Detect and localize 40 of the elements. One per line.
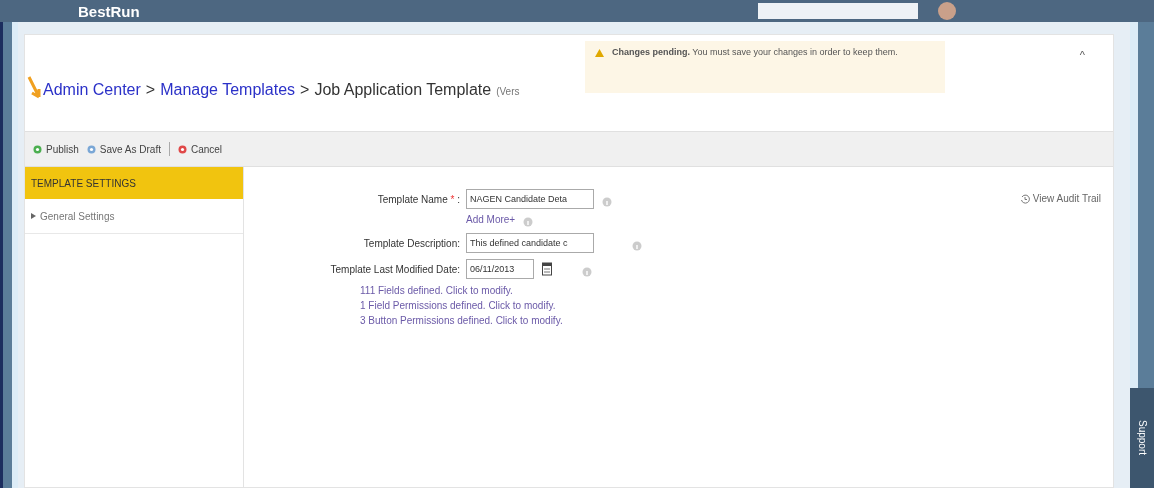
toolbar-button[interactable]: Save As Draft [86,143,161,155]
collapse-toggle[interactable]: ^ [1079,49,1085,61]
summary-link[interactable]: 111 Fields defined. Click to modify. [360,285,1113,296]
caret-icon [31,213,36,219]
info-icon[interactable] [523,217,534,227]
search-field[interactable] [758,3,918,19]
field-label: Template Name * : [376,193,460,205]
save-icon [86,144,96,154]
field-label: Template Description: [362,237,460,249]
cancel-icon [177,144,187,154]
page-title: Job Application Template [314,81,492,99]
logo[interactable]: BestRun [78,2,140,20]
warning-icon [595,49,604,57]
field-label: Template Last Modified Date: [329,263,460,275]
summary-link[interactable]: 1 Field Permissions defined. Click to modify. [360,300,1113,311]
calendar-icon[interactable] [542,262,552,276]
arrow-icon [27,75,43,101]
history-icon [1019,193,1030,204]
add-more-link[interactable]: Add More+ [466,214,516,225]
breadcrumb-link[interactable]: Manage Templates [160,81,296,99]
notification-text: Changes pending. You must save your changes in order to keep them. [612,47,898,57]
date-field[interactable]: 06/11/2013 [466,259,534,279]
info-icon[interactable] [582,266,592,277]
version-note: (Vers [496,86,520,97]
info-icon[interactable] [632,240,642,251]
input-field[interactable]: This defined candidate c [466,233,594,253]
support-tab[interactable]: Support [1130,388,1154,488]
info-icon[interactable] [602,196,612,207]
avatar[interactable] [938,2,956,20]
publish-icon [33,144,42,154]
sidebar-header: TEMPLATE SETTINGS [25,167,243,199]
toolbar-button[interactable]: Cancel [177,143,223,155]
audit-trail-link[interactable]: View Audit Trail [1019,193,1101,204]
sidebar-label: General Settings [40,210,115,222]
breadcrumb-link[interactable]: Admin Center [43,81,141,99]
summary-link[interactable]: 3 Button Permissions defined. Click to modify. [360,315,1113,326]
breadcrumb-separator: > [300,81,310,99]
toolbar-button[interactable]: Publish [33,143,79,155]
breadcrumb-separator: > [145,81,156,99]
input-field[interactable]: NAGEN Candidate Deta [466,189,594,209]
